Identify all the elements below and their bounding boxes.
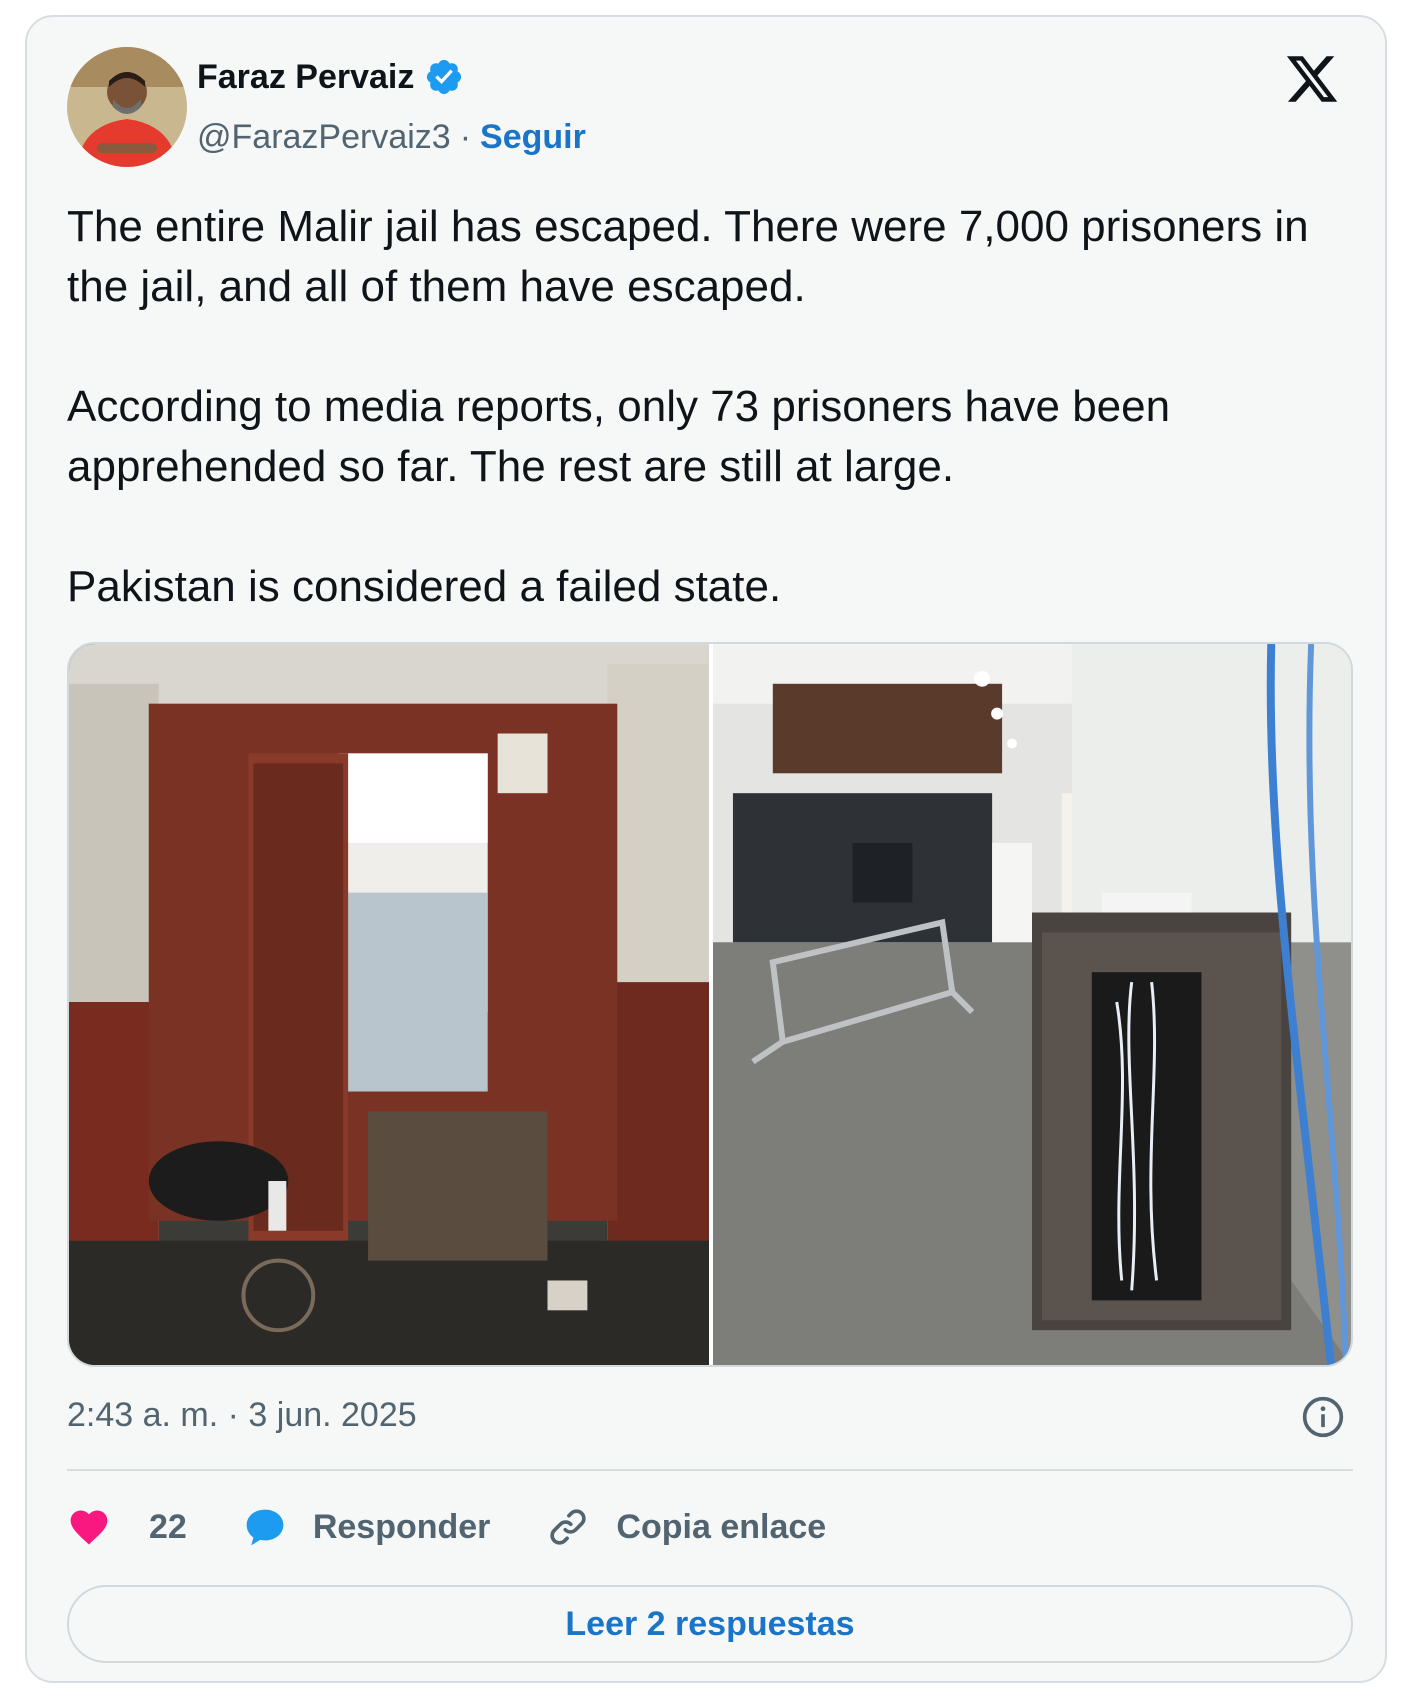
author-name[interactable]: Faraz Pervaiz: [197, 58, 414, 97]
action-bar: 22 Responder Copia enlace: [67, 1497, 882, 1557]
tweet-paragraph: According to media reports, only 73 pris…: [67, 382, 1171, 491]
read-replies-button[interactable]: Leer 2 respuestas: [67, 1585, 1353, 1663]
author-handle-row: @FarazPervaiz3 · Seguir: [197, 115, 586, 159]
follow-button[interactable]: Seguir: [480, 118, 586, 157]
divider: [67, 1469, 1353, 1471]
author-handle[interactable]: @FarazPervaiz3: [197, 118, 451, 157]
verified-badge-icon: [427, 59, 462, 95]
photo-jail-door[interactable]: [69, 644, 709, 1365]
reply-button[interactable]: Responder: [243, 1505, 491, 1549]
reply-label: Responder: [312, 1507, 491, 1546]
tweet-timestamp[interactable]: 2:43 a. m. · 3 jun. 2025: [67, 1393, 417, 1437]
copy-link-button[interactable]: Copia enlace: [546, 1505, 826, 1549]
tweet-text: The entire Malir jail has escaped. There…: [67, 197, 1347, 617]
author-name-row: Faraz Pervaiz: [197, 57, 464, 97]
like-button[interactable]: 22: [67, 1505, 187, 1549]
like-count: 22: [149, 1507, 187, 1546]
media-gallery: [67, 642, 1353, 1367]
photo-office-corridor[interactable]: [713, 644, 1351, 1365]
heart-icon: [70, 1510, 108, 1545]
speech-bubble-icon: [246, 1509, 284, 1546]
link-icon: [550, 1509, 587, 1545]
avatar[interactable]: [67, 47, 187, 167]
separator-dot: ·: [459, 117, 472, 156]
copy-link-label: Copia enlace: [616, 1507, 827, 1546]
info-icon[interactable]: [1301, 1395, 1345, 1439]
tweet-paragraph: Pakistan is considered a failed state.: [67, 562, 782, 611]
tweet-card: Faraz Pervaiz @FarazPervaiz3 · Seguir Th…: [25, 15, 1387, 1683]
x-logo-icon[interactable]: [1284, 51, 1340, 107]
tweet-paragraph: The entire Malir jail has escaped. There…: [67, 202, 1309, 311]
